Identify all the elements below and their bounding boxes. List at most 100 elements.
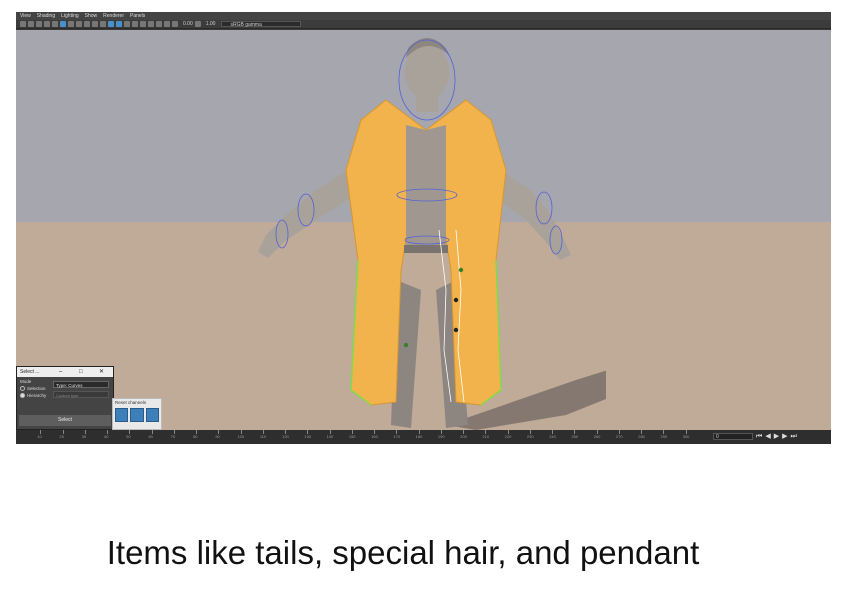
timeline-tick-label: 140 [326,434,334,439]
select-button[interactable]: Select [19,415,111,426]
coat-button [453,327,459,333]
smooth-shade-icon[interactable] [68,21,74,27]
type-label: Type [56,383,66,388]
timeline-tick-label: 30 [81,434,87,439]
isolate-icon[interactable] [124,21,130,27]
wireframe-icon[interactable] [60,21,66,27]
grid-icon[interactable] [52,21,58,27]
radio-icon [20,386,25,391]
playback-controls: ⏮ ◀ ▶ ▶ ⏭ [756,432,797,442]
timeline-ticks: 10 20 30 40 50 60 70 80 90 100 110 120 130 140 150 160 1… [18,430,708,444]
timeline-tick-label: 190 [437,434,445,439]
play-icon[interactable]: ▶ [774,432,779,442]
menu-lighting[interactable]: Lighting [61,12,79,20]
timeline-tick-label: 300 [682,434,690,439]
menu-shading[interactable]: Shading [37,12,55,20]
colorspace-dropdown[interactable]: sRGB gamma [221,21,302,28]
timeline-tick-label: 120 [282,434,289,439]
menu-panels[interactable]: Panels [130,12,145,20]
field-chart-icon[interactable] [148,21,154,27]
coat-button [458,267,464,273]
minimize-icon[interactable]: – [59,367,62,377]
image-plane-icon[interactable] [44,21,50,27]
timeline-tick-label: 10 [37,434,42,439]
textured-icon[interactable] [76,21,82,27]
timeline-tick-label: 160 [371,434,378,439]
shadows-icon[interactable] [92,21,98,27]
timeline-tick-label: 210 [482,434,490,439]
maximize-icon[interactable]: □ [79,367,83,377]
coat-button [453,297,459,303]
mode-selection-label: Selection [27,386,46,391]
viewport-menu-bar: View Shading Lighting Show Renderer Pane… [16,12,831,20]
timeline-tick-label: 150 [348,434,356,439]
timeline-tick-label: 40 [104,434,109,439]
ao-icon[interactable] [100,21,106,27]
time-slider[interactable]: 10 20 30 40 50 60 70 80 90 100 110 120 130 140 150 160 1… [16,430,831,444]
mode-hierarchy-label: Hierarchy [27,393,47,398]
shelf-tool-icon[interactable] [145,408,159,422]
safe-action-icon[interactable] [156,21,162,27]
custom-type-input[interactable]: Custom type [53,391,109,398]
shirt [406,125,446,250]
dialog-body: Mode Selection Hierarchy Type: Curves Cu… [17,377,113,400]
exposure-icon[interactable] [172,21,178,27]
viewport-toolbar: 0.00 1.00 sRGB gamma [16,20,831,29]
timeline-tick-label: 80 [193,434,198,439]
menu-show[interactable]: Show [85,12,98,20]
shelf-tool-icon[interactable] [115,408,129,422]
film-gate-icon[interactable] [140,21,146,27]
timeline-tick-label: 130 [304,434,312,439]
maya-viewport[interactable]: View Shading Lighting Show Renderer Pane… [16,12,831,444]
bookmark-icon[interactable] [36,21,42,27]
step-back-icon[interactable]: ◀ [765,432,770,442]
step-forward-icon[interactable]: ▶ [782,432,787,442]
select-dialog[interactable]: Select ... – □ ✕ Mode Selection Hierarch… [16,366,114,430]
safe-title-icon[interactable] [164,21,170,27]
timeline-tick-label: 220 [504,434,512,439]
close-icon[interactable]: ✕ [99,367,104,377]
coat-button [403,342,409,348]
current-frame-field[interactable]: 0 [713,433,753,440]
timeline-tick-label: 90 [215,434,220,439]
timeline-tick-label: 280 [638,434,645,439]
timeline-tick-label: 270 [615,434,623,439]
reset-channels-label: Reset channels [115,400,147,405]
timeline-tick-label: 170 [393,434,401,439]
exposure-value[interactable]: 0.00 [183,21,193,27]
timeline-tick-label: 180 [415,434,423,439]
rigged-character[interactable] [246,30,606,438]
timeline-tick-label: 230 [526,434,534,439]
xray-joints-icon[interactable] [116,21,122,27]
type-dropdown[interactable]: Type: Curves [53,381,109,388]
xray-icon[interactable] [108,21,114,27]
timeline-tick-label: 250 [571,434,579,439]
go-to-end-icon[interactable]: ⏭ [790,432,796,442]
timeline-tick-label: 100 [237,434,245,439]
timeline-tick-label: 290 [660,434,668,439]
timeline-tick-label: 260 [593,434,601,439]
colorspace-value: sRGB gamma [230,22,262,28]
radio-icon [20,393,25,398]
shelf-popup: Reset channels [112,398,162,430]
timeline-tick-label: 70 [170,434,176,439]
camera-icon[interactable] [20,21,26,27]
timeline-tick-label: 20 [59,434,64,439]
go-to-start-icon[interactable]: ⏮ [756,432,762,442]
lights-icon[interactable] [84,21,90,27]
3d-scene[interactable] [16,30,831,438]
shelf-tool-icon[interactable] [130,408,144,422]
timeline-tick-label: 60 [148,434,153,439]
timeline-tick-label: 240 [549,434,556,439]
menu-view[interactable]: View [20,12,31,20]
timeline-tick-label: 200 [460,434,467,439]
type-value: Curves [68,383,83,388]
gamma-value[interactable]: 1.00 [206,21,216,27]
dialog-titlebar[interactable]: Select ... – □ ✕ [17,367,113,377]
left-arm [258,168,356,258]
gamma-icon[interactable] [194,21,201,27]
lock-icon[interactable] [28,21,34,27]
resolution-gate-icon[interactable] [132,21,138,27]
slide-caption: Items like tails, special hair, and pend… [106,534,700,571]
menu-renderer[interactable]: Renderer [103,12,124,20]
